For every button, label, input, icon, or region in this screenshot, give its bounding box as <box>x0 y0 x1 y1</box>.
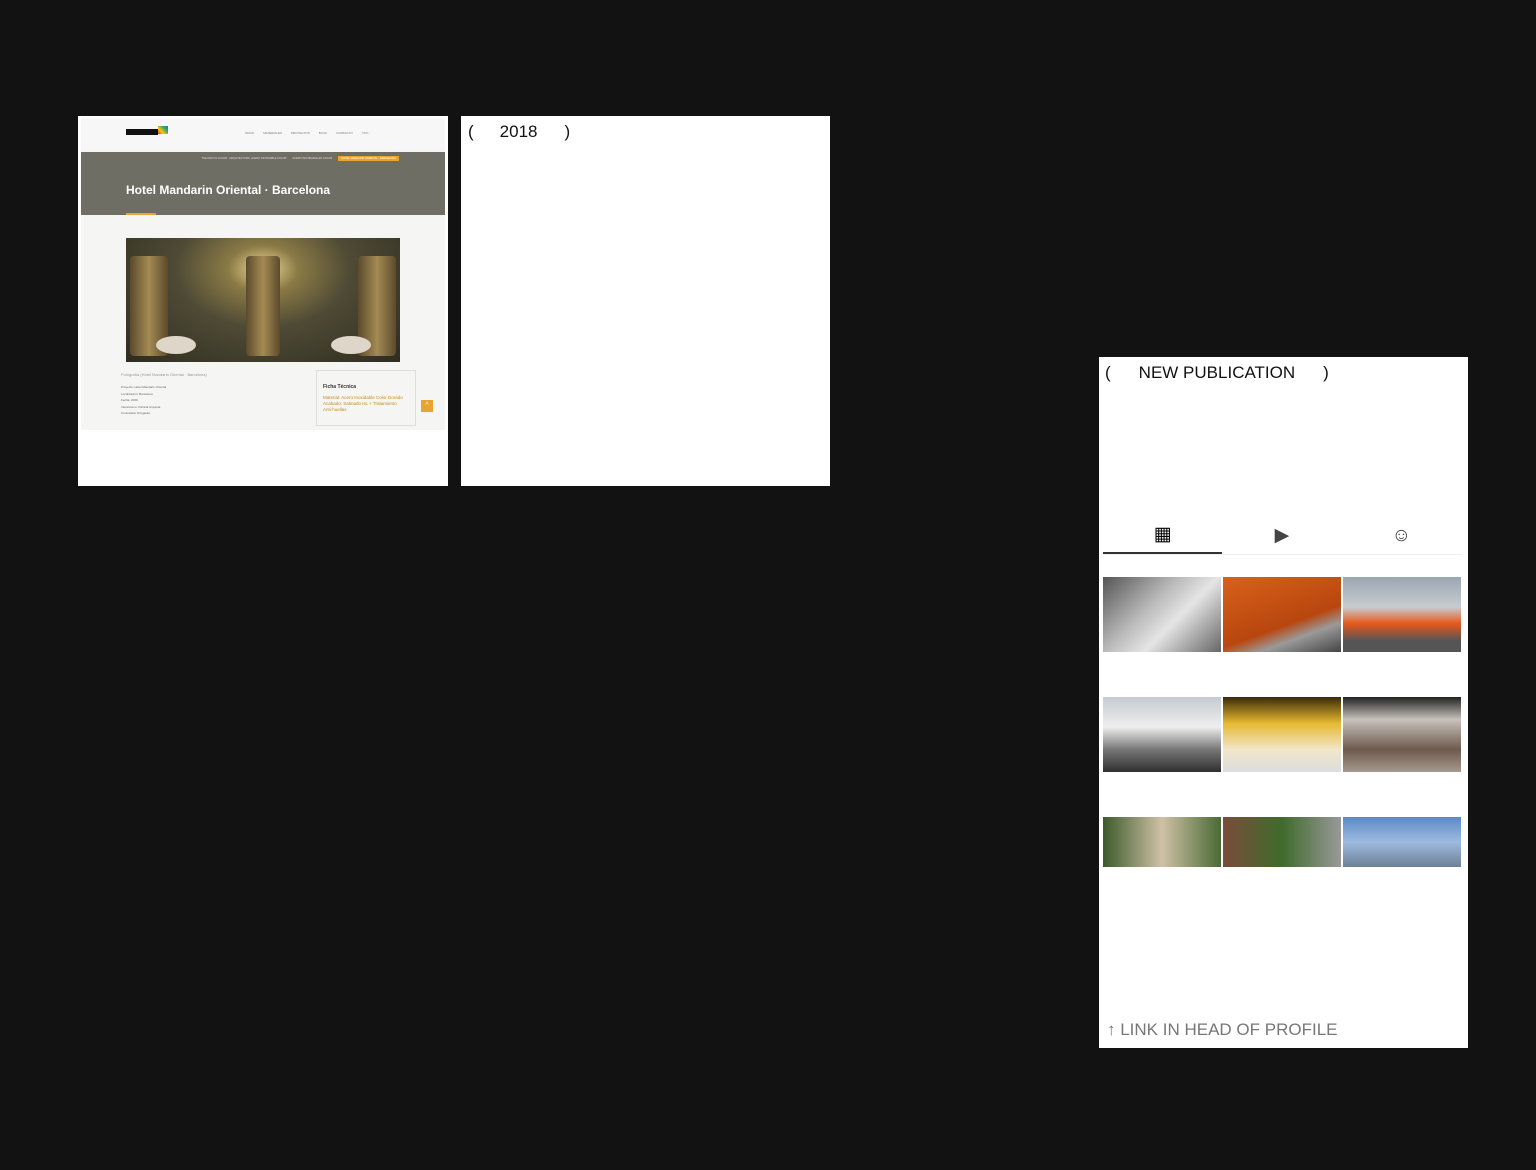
ficha-tecnica: Ficha Técnica Material: Acero Inoxidable… <box>316 370 416 426</box>
nav-item[interactable]: BLOG <box>319 131 327 135</box>
post-thumb[interactable] <box>1223 697 1341 772</box>
reels-icon[interactable]: ▶ <box>1222 517 1341 554</box>
scroll-top-button[interactable]: ^ <box>421 400 433 412</box>
ficha-lines: Material: Acero Inoxidable Color Dorado … <box>323 395 409 412</box>
website-screenshot: INICIO MATERIALES PROYECTOS BLOG CONTACT… <box>81 118 445 430</box>
post-thumb[interactable] <box>1103 577 1221 652</box>
logo-mark-icon <box>158 126 168 134</box>
nav-item[interactable]: MATERIALES <box>263 131 282 135</box>
project-details: Proyecto: Hotel Mandarin Oriental Localiz… <box>121 385 167 415</box>
ficha-line: Acabado: Satinado HL + Tratamiento <box>323 400 397 406</box>
website-preview-card: INICIO MATERIALES PROYECTOS BLOG CONTACT… <box>78 116 448 486</box>
publication-label: NEW PUBLICATION <box>1138 363 1296 382</box>
site-logo <box>126 129 158 135</box>
breadcrumb-item[interactable]: THE INOX IN COLOR · ARQUITECTURA, ACERO … <box>202 157 287 160</box>
nav-item[interactable]: CONTACTO <box>336 131 353 135</box>
social-icons[interactable]: f ▾ ◘ ▫ <box>362 131 370 135</box>
page-title: Hotel Mandarin Oriental · Barcelona <box>126 183 331 197</box>
post-thumb[interactable] <box>1343 577 1461 652</box>
site-nav: INICIO MATERIALES PROYECTOS BLOG CONTACT… <box>245 131 369 135</box>
post-thumb[interactable] <box>1103 817 1221 867</box>
open-paren: ( <box>468 122 474 141</box>
year-label: 2018 <box>499 122 538 141</box>
nav-item[interactable]: PROYECTOS <box>291 131 310 135</box>
ficha-title: Ficha Técnica <box>323 384 357 390</box>
profile-link-note: ↑ LINK IN HEAD OF PROFILE <box>1107 1020 1338 1039</box>
post-thumb[interactable] <box>1343 817 1461 867</box>
post-thumb[interactable] <box>1343 697 1461 772</box>
ficha-line: Material: Acero Inoxidable Color Dorado <box>323 395 403 400</box>
close-paren: ) <box>564 122 571 141</box>
breadcrumb: THE INOX IN COLOR · ARQUITECTURA, ACERO … <box>202 156 399 161</box>
hotel-photo <box>126 238 400 362</box>
tagged-icon[interactable]: ☺ <box>1342 517 1461 554</box>
profile-card: ( NEW PUBLICATION ) ▦ ▶ ☺ ↑ LINK IN HEAD… <box>1099 357 1468 1048</box>
profile-tabs: ▦ ▶ ☺ <box>1103 517 1461 555</box>
post-thumb[interactable] <box>1223 817 1341 867</box>
close-paren: ) <box>1323 363 1329 382</box>
ficha-line: Anti-huellas <box>323 406 347 412</box>
post-thumb[interactable] <box>1223 577 1341 652</box>
title-underline <box>126 213 156 215</box>
site-header: INICIO MATERIALES PROYECTOS BLOG CONTACT… <box>81 118 445 150</box>
breadcrumb-current: HOTEL MANDARIN ORIENTAL · BARCELONA <box>338 156 399 161</box>
year-card: ( 2018 ) <box>461 116 830 486</box>
nav-item[interactable]: INICIO <box>245 131 254 135</box>
post-thumb[interactable] <box>1103 697 1221 772</box>
photo-caption: Fotografía (Hotel Mandarin Oriental · Ba… <box>121 372 207 377</box>
grid-icon[interactable]: ▦ <box>1103 517 1223 554</box>
title-band: THE INOX IN COLOR · ARQUITECTURA, ACERO … <box>81 152 445 215</box>
breadcrumb-item[interactable]: ACERO INOXIDABLE EN COLOR <box>292 157 332 160</box>
open-paren: ( <box>1105 363 1111 382</box>
